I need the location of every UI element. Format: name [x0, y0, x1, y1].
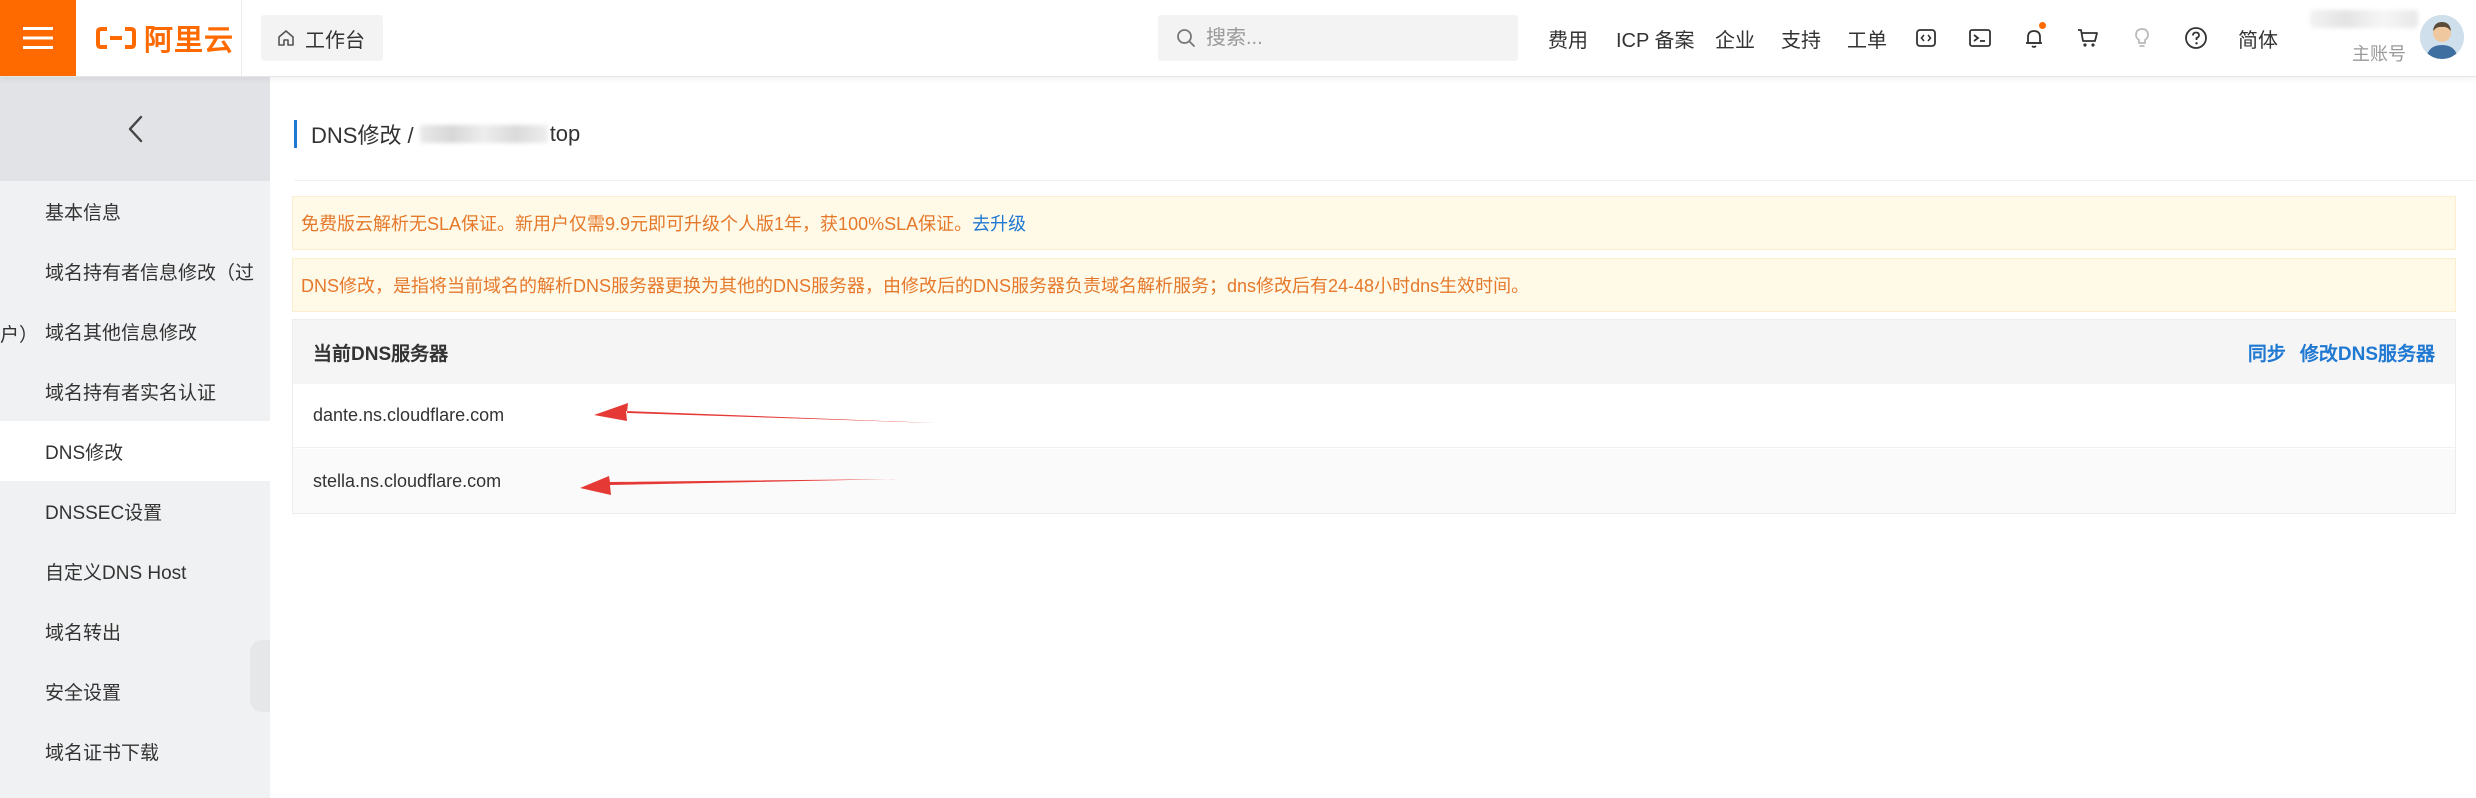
- nav-fees[interactable]: 费用: [1548, 0, 1588, 76]
- domain-redacted: [419, 125, 548, 143]
- sidebar: 基本信息 域名持有者信息修改（过 域名其他信息修改 户） 域名持有者实名认证 D…: [0, 77, 270, 798]
- dns-server-panel: 当前DNS服务器 同步 修改DNS服务器 dante.ns.cloudflare…: [292, 319, 2456, 514]
- bulb-icon[interactable]: [2128, 24, 2156, 52]
- nav-enterprise[interactable]: 企业: [1715, 0, 1755, 76]
- dns-server-value: dante.ns.cloudflare.com: [313, 405, 505, 425]
- cart-icon[interactable]: [2074, 24, 2102, 52]
- sidebar-item-other-info[interactable]: 域名其他信息修改: [0, 301, 270, 361]
- nav-language[interactable]: 简体: [2238, 0, 2278, 76]
- page-title-prefix: DNS修改 /: [311, 123, 414, 148]
- sidebar-item-security[interactable]: 安全设置: [0, 661, 270, 721]
- code-icon[interactable]: [1912, 24, 1940, 52]
- sidebar-item-label: 域名转出: [45, 622, 122, 644]
- sidebar-item-label: 域名其他信息修改: [45, 322, 198, 344]
- help-icon[interactable]: [2182, 24, 2210, 52]
- sidebar-item-label: 域名证书下载: [45, 742, 160, 764]
- dns-server-value: stella.ns.cloudflare.com: [313, 470, 502, 491]
- sidebar-item-label: DNS修改: [45, 442, 124, 464]
- title-divider: [294, 180, 2476, 181]
- page-title: DNS修改 / top: [294, 120, 580, 148]
- nav-support[interactable]: 支持: [1781, 0, 1821, 76]
- search-input[interactable]: [1204, 25, 1498, 51]
- sidebar-item-label: 安全设置: [45, 682, 122, 704]
- dns-info-notice: DNS修改，是指将当前域名的解析DNS服务器更换为其他的DNS服务器，由修改后的…: [292, 258, 2456, 312]
- dns-panel-title: 当前DNS服务器: [313, 343, 449, 365]
- account-label: 主账号: [2352, 44, 2406, 64]
- workbench-button[interactable]: 工作台: [261, 15, 383, 61]
- sidebar-item-dns[interactable]: DNS修改: [0, 421, 270, 481]
- sidebar-collapse-button[interactable]: [0, 77, 270, 181]
- sidebar-item-basic-info[interactable]: 基本信息: [0, 181, 270, 241]
- sidebar-item-label: 自定义DNS Host: [45, 562, 187, 584]
- sidebar-item-certificate[interactable]: 域名证书下载: [0, 721, 270, 781]
- sidebar-item-dnssec[interactable]: DNSSEC设置: [0, 481, 270, 541]
- notification-dot: [2039, 22, 2046, 29]
- table-row: stella.ns.cloudflare.com: [293, 449, 2455, 513]
- aliyun-brand-icon: [96, 27, 136, 49]
- upgrade-link[interactable]: 去升级: [972, 210, 1026, 236]
- sidebar-item-label: 域名持有者信息修改（过: [45, 262, 255, 284]
- main-content: DNS修改 / top 免费版云解析无SLA保证。新用户仅需9.9元即可升级个人…: [270, 77, 2476, 798]
- aliyun-logo[interactable]: 阿里云: [96, 0, 234, 76]
- dns-info-notice-text: DNS修改，是指将当前域名的解析DNS服务器更换为其他的DNS服务器，由修改后的…: [301, 276, 1530, 296]
- search-icon: [1176, 28, 1196, 48]
- chevron-left-icon: [128, 115, 143, 143]
- avatar[interactable]: [2420, 15, 2464, 59]
- sidebar-truncated-text: 户）: [0, 325, 39, 346]
- nav-ticket[interactable]: 工单: [1847, 0, 1887, 76]
- menu-icon: [23, 27, 53, 49]
- logo-text: 阿里云: [144, 25, 235, 57]
- upgrade-notice: 免费版云解析无SLA保证。新用户仅需9.9元即可升级个人版1年，获100%SLA…: [292, 196, 2456, 250]
- search-box[interactable]: [1158, 15, 1518, 61]
- sidebar-item-transfer-out[interactable]: 域名转出: [0, 601, 270, 661]
- sync-button[interactable]: 同步: [2248, 339, 2286, 366]
- logo-divider: [241, 0, 242, 76]
- account-name-redacted: [2310, 10, 2418, 28]
- upgrade-notice-text: 免费版云解析无SLA保证。新用户仅需9.9元即可升级个人版1年，获100%SLA…: [301, 214, 973, 234]
- bell-icon[interactable]: [2020, 22, 2048, 52]
- sidebar-item-label: DNSSEC设置: [45, 502, 163, 524]
- sidebar-resize-handle[interactable]: [250, 640, 270, 712]
- sidebar-item-holder-info[interactable]: 域名持有者信息修改（过: [0, 241, 270, 301]
- sidebar-item-label: 域名持有者实名认证: [45, 382, 217, 404]
- table-row: dante.ns.cloudflare.com: [293, 384, 2455, 448]
- sidebar-item-label: 基本信息: [45, 202, 122, 224]
- hamburger-menu-button[interactable]: [0, 0, 76, 76]
- terminal-icon[interactable]: [1966, 24, 1994, 52]
- page-title-suffix: top: [549, 121, 581, 146]
- workbench-label: 工作台: [305, 29, 365, 52]
- sidebar-item-dns-host[interactable]: 自定义DNS Host: [0, 541, 270, 601]
- nav-icp[interactable]: ICP 备案: [1616, 0, 1695, 76]
- top-navigation-bar: 阿里云 工作台 费用 ICP 备案 企业 支持 工单: [0, 0, 2476, 77]
- sidebar-item-realname[interactable]: 域名持有者实名认证: [0, 361, 270, 421]
- dns-panel-actions: 同步 修改DNS服务器: [2248, 339, 2435, 366]
- modify-dns-button[interactable]: 修改DNS服务器: [2300, 339, 2435, 366]
- dns-panel-header: 当前DNS服务器 同步 修改DNS服务器: [293, 320, 2455, 384]
- home-icon: [277, 29, 295, 47]
